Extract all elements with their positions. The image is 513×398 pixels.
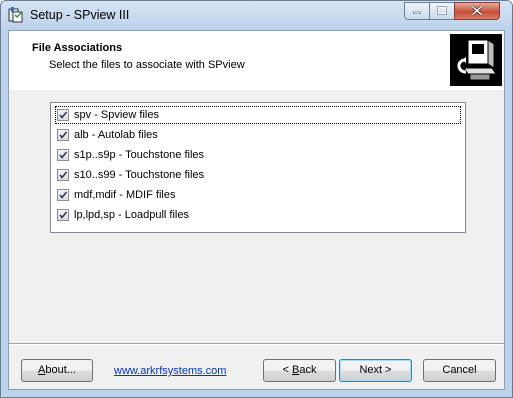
header-divider-highlight <box>9 89 504 90</box>
checkmark-icon <box>59 191 68 199</box>
website-link[interactable]: www.arkrfsystems.com <box>114 365 226 377</box>
association-item-alb[interactable]: alb - Autolab files <box>55 126 461 144</box>
association-item-s10[interactable]: s10..s99 - Touchstone files <box>55 166 461 184</box>
checkmark-icon <box>59 131 68 139</box>
association-label: s10..s99 - Touchstone files <box>74 169 205 181</box>
checkbox-s1p[interactable] <box>57 149 69 161</box>
checkbox-spv[interactable] <box>57 109 69 121</box>
cancel-button[interactable]: Cancel <box>423 359 496 382</box>
association-item-spv[interactable]: spv - Spview files <box>55 106 461 124</box>
association-item-loadpull[interactable]: lp,lpd,sp - Loadpull files <box>55 206 461 224</box>
wizard-client-area: File Associations Select the files to as… <box>8 30 505 390</box>
checkmark-icon <box>59 111 68 119</box>
wizard-header: File Associations Select the files to as… <box>9 31 504 90</box>
close-button[interactable] <box>454 2 500 20</box>
checkbox-loadpull[interactable] <box>57 209 69 221</box>
maximize-button[interactable] <box>429 2 455 20</box>
about-button[interactable]: About... <box>21 359 93 382</box>
title-bar[interactable]: Setup - SPview III <box>1 1 512 29</box>
association-label: lp,lpd,sp - Loadpull files <box>74 209 189 221</box>
association-label: alb - Autolab files <box>74 129 158 141</box>
next-button[interactable]: Next > <box>339 359 412 382</box>
minimize-button[interactable] <box>404 2 430 20</box>
setup-wizard-logo-icon <box>450 34 502 86</box>
setup-window: Setup - SPview III File Associations Sel… <box>0 0 513 398</box>
close-icon <box>471 5 483 16</box>
back-label-prefix: < <box>282 364 292 376</box>
checkmark-icon <box>59 211 68 219</box>
page-subtitle: Select the files to associate with SPvie… <box>49 59 245 71</box>
back-label-suffix: ack <box>299 364 317 376</box>
checkbox-alb[interactable] <box>57 129 69 141</box>
minimize-icon <box>413 11 421 14</box>
about-label-suffix: bout... <box>45 364 76 376</box>
checkmark-icon <box>59 151 68 159</box>
page-title: File Associations <box>32 42 123 54</box>
footer-divider-highlight <box>9 344 504 345</box>
back-button[interactable]: < Back <box>263 359 336 382</box>
checkbox-mdif[interactable] <box>57 189 69 201</box>
window-title: Setup - SPview III <box>30 8 130 22</box>
association-item-mdif[interactable]: mdf,mdif - MDIF files <box>55 186 461 204</box>
checkbox-s10[interactable] <box>57 169 69 181</box>
maximize-icon <box>437 6 447 15</box>
association-label: mdf,mdif - MDIF files <box>74 189 176 201</box>
checkmark-icon <box>59 171 68 179</box>
association-label: s1p..s9p - Touchstone files <box>74 149 205 161</box>
association-item-s1p[interactable]: s1p..s9p - Touchstone files <box>55 146 461 164</box>
file-association-checklist[interactable]: spv - Spview files alb - Autolab files s… <box>50 102 466 233</box>
setup-app-icon <box>8 7 23 23</box>
association-label: spv - Spview files <box>74 109 159 121</box>
